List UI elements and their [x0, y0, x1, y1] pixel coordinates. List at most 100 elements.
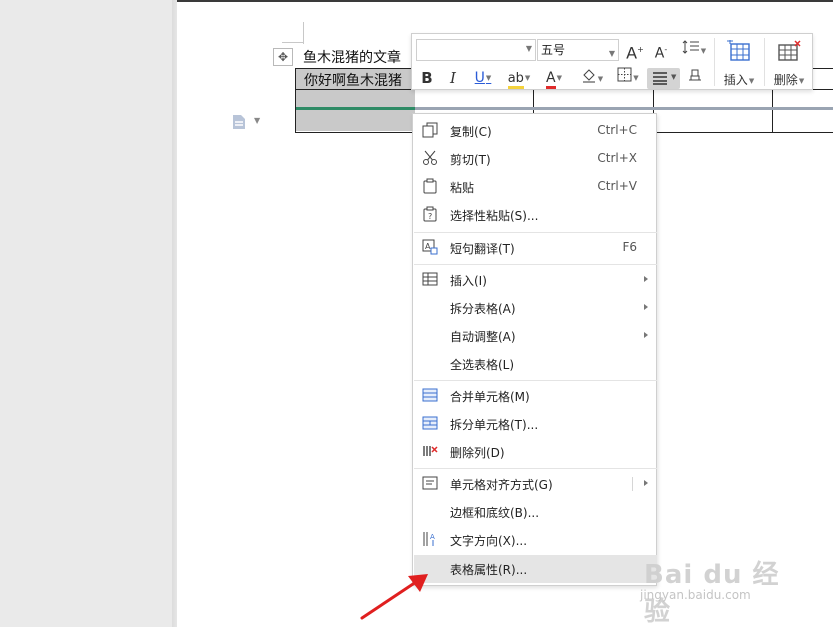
floating-format-toolbar: ▼ 五号 ▼ A+ A- ▼ B I U▼ ab▼ A▼ ▼ ▼ ▼ 插入▼ 删… — [411, 33, 813, 90]
svg-text:?: ? — [428, 212, 432, 221]
menu-item-copy[interactable]: 复制(C) Ctrl+C — [414, 117, 657, 145]
eraser-button[interactable] — [684, 67, 706, 89]
menu-item-translate[interactable]: A 短句翻译(T) F6 — [414, 234, 657, 262]
shrink-font-button[interactable]: A- — [650, 39, 672, 62]
chevron-down-icon[interactable]: ▼ — [254, 116, 260, 125]
font-color-button[interactable]: A▼ — [540, 67, 568, 89]
menu-label: 自动调整(A) — [450, 330, 516, 344]
menu-shortcut: Ctrl+X — [597, 151, 637, 165]
menu-label: 选择性粘贴(S)... — [450, 209, 539, 223]
context-menu: 复制(C) Ctrl+C 剪切(T) Ctrl+X 粘贴 Ctrl+V ? 选择… — [412, 113, 657, 586]
cut-icon — [422, 150, 440, 168]
insert-button[interactable]: 插入▼ — [717, 38, 761, 88]
menu-label: 全选表格(L) — [450, 358, 515, 372]
menu-item-divider — [632, 477, 633, 491]
chevron-down-icon: ▼ — [608, 49, 615, 58]
document-title[interactable]: 鱼木混猪的文章 — [303, 47, 401, 67]
svg-text:A: A — [425, 242, 431, 251]
menu-item-split-cells[interactable]: 拆分单元格(T)... — [414, 410, 657, 438]
margin-mark — [282, 42, 304, 43]
menu-item-split-table[interactable]: 拆分表格(A) — [414, 294, 657, 322]
shrink-font-label: A — [654, 45, 665, 62]
table-cell-text[interactable]: 你好啊鱼木混猪 — [304, 70, 402, 90]
submenu-arrow-icon — [644, 304, 648, 310]
menu-label: 粘贴 — [450, 181, 475, 195]
cell-align-icon — [422, 475, 440, 493]
menu-item-auto-fit[interactable]: 自动调整(A) — [414, 322, 657, 350]
menu-label: 边框和底纹(B)... — [450, 506, 540, 520]
delete-label: 删除▼ — [773, 73, 805, 87]
split-cells-icon — [422, 415, 440, 433]
menu-label: 剪切(T) — [450, 153, 491, 167]
align-center-icon — [653, 72, 667, 85]
text-direction-icon: A — [422, 531, 440, 549]
alignment-button[interactable]: ▼ — [647, 68, 680, 89]
paste-icon — [422, 178, 440, 196]
menu-item-borders-shading[interactable]: 边框和底纹(B)... — [414, 498, 657, 526]
shading-button[interactable]: ▼ — [576, 67, 608, 89]
delete-button[interactable]: 删除▼ — [767, 38, 811, 88]
menu-item-cut[interactable]: 剪切(T) Ctrl+X — [414, 145, 657, 173]
translate-icon: A — [422, 239, 440, 257]
font-name-select[interactable]: ▼ — [416, 39, 536, 61]
delete-table-icon — [778, 40, 801, 61]
menu-label: 合并单元格(M) — [450, 390, 530, 404]
menu-item-text-direction[interactable]: A 文字方向(X)... — [414, 526, 657, 554]
table-row-highlight — [415, 107, 833, 110]
menu-item-paste[interactable]: 粘贴 Ctrl+V — [414, 173, 657, 201]
menu-item-table-properties[interactable]: 表格属性(R)... — [414, 555, 657, 583]
menu-shortcut: Ctrl+V — [597, 179, 637, 193]
menu-item-select-table[interactable]: 全选表格(L) — [414, 350, 657, 378]
menu-item-insert[interactable]: 插入(I) — [414, 266, 657, 294]
paint-bucket-icon — [582, 69, 595, 83]
menu-label: 复制(C) — [450, 125, 492, 139]
toolbar-separator — [764, 38, 765, 86]
underline-label: U — [474, 70, 485, 86]
menu-shortcut: F6 — [622, 240, 637, 254]
font-size-select[interactable]: 五号 ▼ — [537, 39, 619, 61]
submenu-arrow-icon — [644, 480, 648, 486]
menu-item-paste-special[interactable]: ? 选择性粘贴(S)... — [414, 201, 657, 229]
bold-button[interactable]: B — [418, 67, 436, 89]
toolbar-separator — [714, 38, 715, 86]
menu-separator — [414, 380, 657, 381]
menu-label: 单元格对齐方式(G) — [450, 478, 553, 492]
underline-button[interactable]: U▼ — [468, 67, 498, 89]
grow-font-label: A — [626, 43, 638, 63]
menu-separator — [414, 232, 657, 233]
insert-table-icon — [727, 38, 750, 61]
font-size-value: 五号 — [541, 43, 566, 57]
borders-icon — [617, 67, 632, 82]
paste-special-icon: ? — [422, 206, 440, 224]
menu-item-merge-cells[interactable]: 合并单元格(M) — [414, 382, 657, 410]
line-spacing-icon — [682, 40, 699, 54]
menu-separator — [414, 264, 657, 265]
highlight-button[interactable]: ab▼ — [502, 67, 536, 89]
paragraph-handle-icon[interactable] — [232, 114, 246, 133]
copy-icon — [422, 122, 440, 140]
submenu-arrow-icon — [644, 276, 648, 282]
svg-text:A: A — [430, 533, 435, 541]
page-top-border — [177, 0, 833, 2]
submenu-arrow-icon — [644, 332, 648, 338]
margin-mark — [303, 22, 304, 44]
insert-label: 插入▼ — [723, 73, 755, 87]
menu-shortcut: Ctrl+C — [597, 123, 637, 137]
borders-button[interactable]: ▼ — [612, 67, 644, 89]
grow-font-button[interactable]: A+ — [624, 39, 646, 63]
menu-label: 拆分单元格(T)... — [450, 418, 539, 432]
eraser-icon — [689, 69, 701, 81]
highlight-label: ab — [507, 71, 524, 89]
line-spacing-button[interactable]: ▼ — [677, 39, 711, 61]
menu-item-delete-column[interactable]: 删除列(D) — [414, 438, 657, 466]
menu-separator — [414, 468, 657, 469]
font-color-label: A — [546, 70, 556, 89]
menu-label: 表格属性(R)... — [450, 563, 528, 577]
merge-cells-icon — [422, 387, 440, 405]
pointer-arrow-icon — [360, 574, 428, 620]
chevron-down-icon: ▼ — [525, 44, 532, 53]
table-move-handle-icon[interactable]: ✥ — [273, 48, 293, 66]
insert-table-icon — [422, 271, 440, 289]
menu-item-cell-alignment[interactable]: 单元格对齐方式(G) — [414, 470, 657, 498]
italic-button[interactable]: I — [444, 67, 462, 89]
